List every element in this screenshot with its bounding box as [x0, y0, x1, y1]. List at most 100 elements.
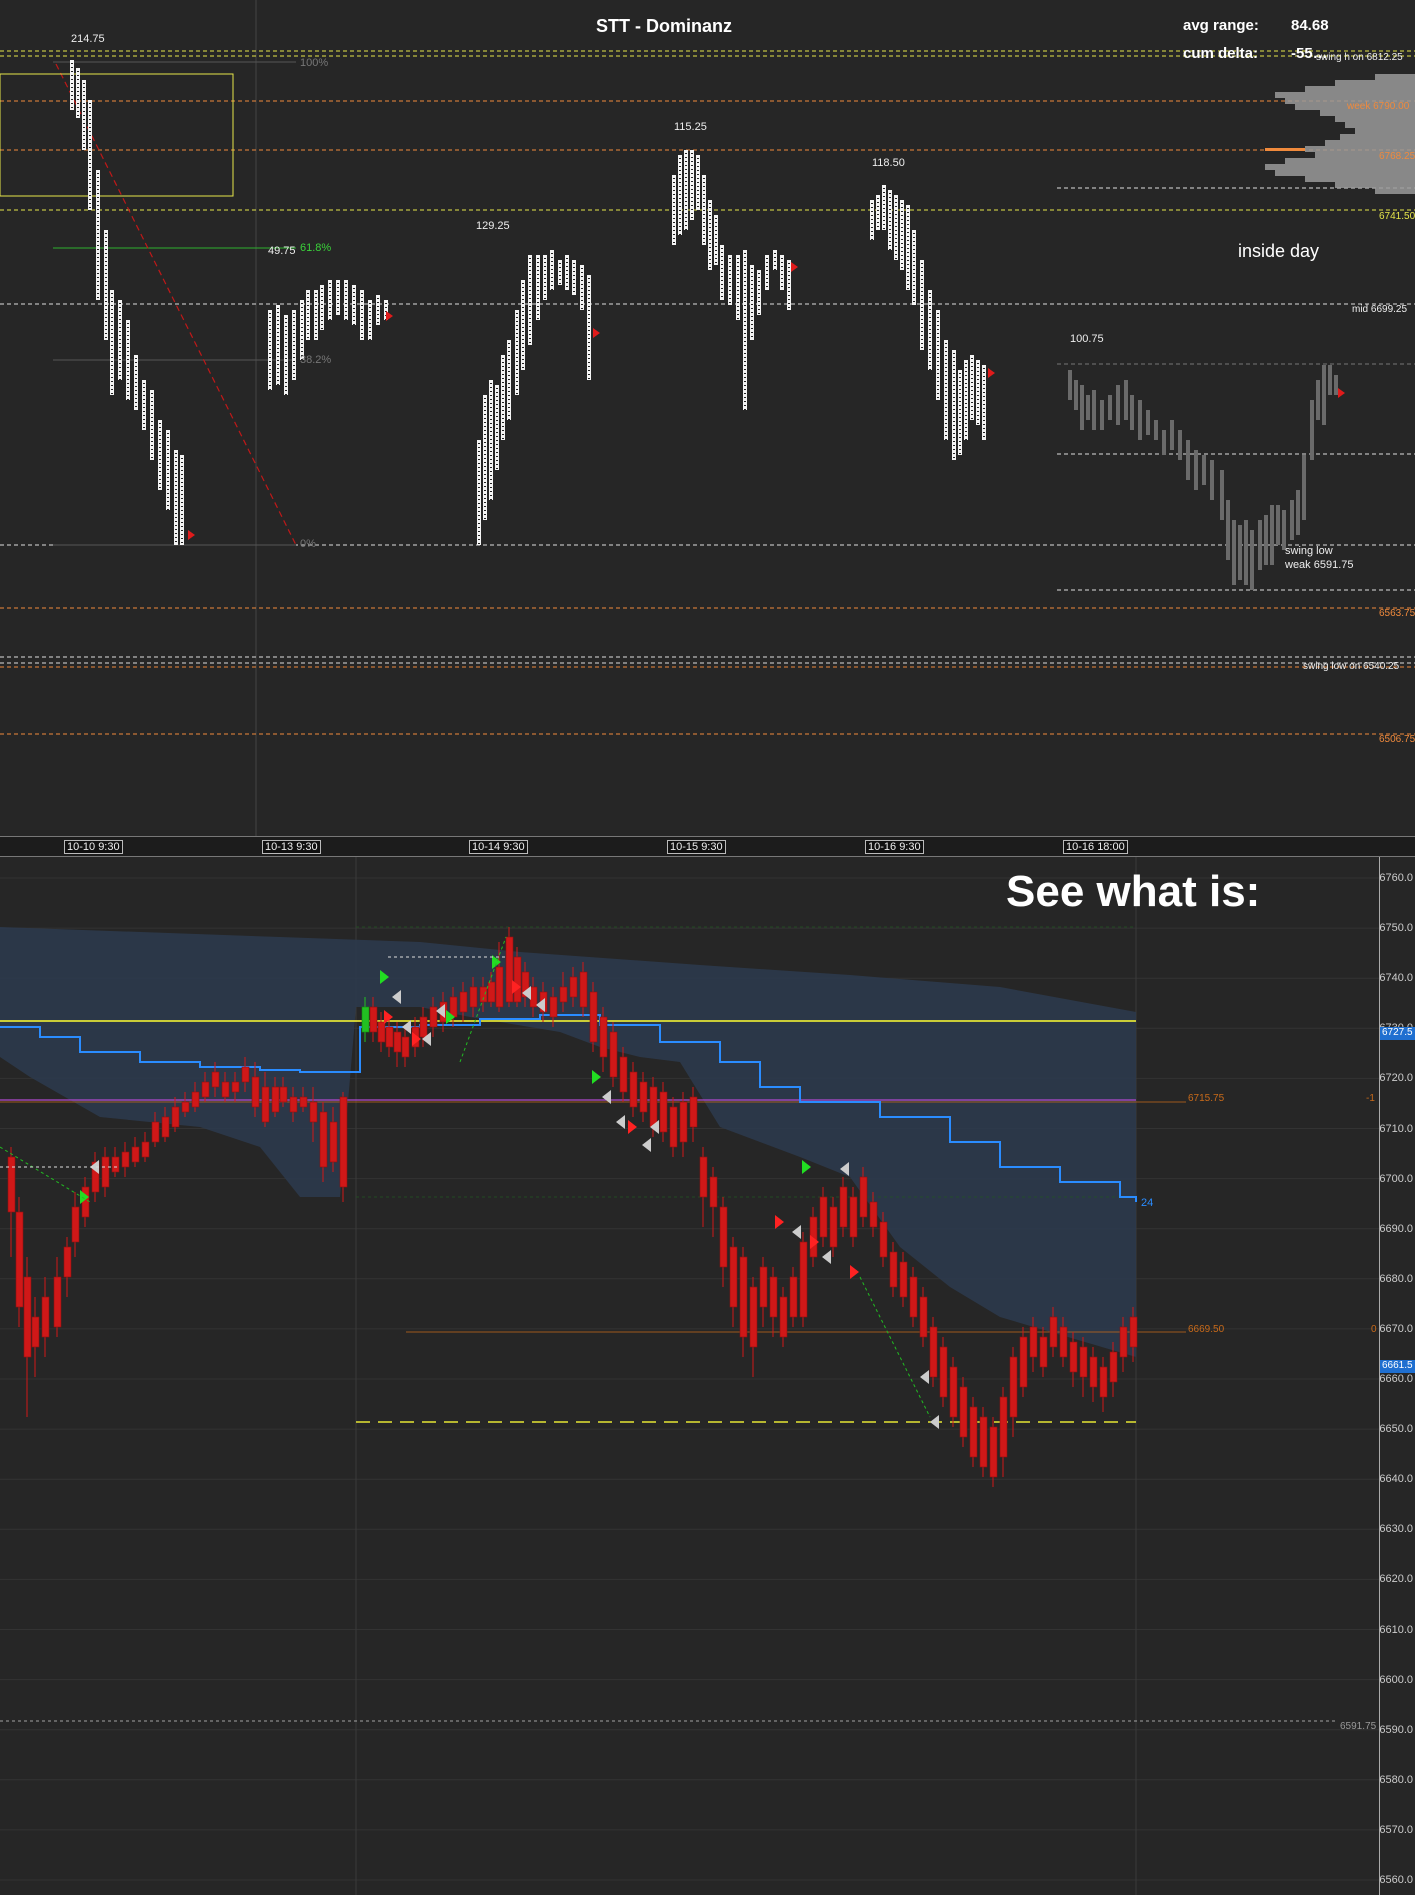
tpo-tick	[293, 325, 295, 326]
time-axis[interactable]: 10-10 9:30 10-13 9:30 10-14 9:30 10-15 9…	[0, 836, 1415, 857]
tpo-tick	[883, 204, 885, 205]
candle-body	[1119, 1326, 1128, 1358]
tpo-tick	[529, 290, 531, 291]
tpo-tick	[758, 313, 760, 314]
tpo-tick	[907, 240, 909, 241]
tpo-tick	[971, 382, 973, 383]
tpo-tick	[105, 297, 107, 298]
tpo-tick	[490, 427, 492, 428]
tpo-tick	[484, 494, 486, 495]
tpo-tick	[175, 529, 177, 530]
tpo-tick	[751, 296, 753, 297]
trend-line	[859, 1276, 931, 1418]
tpo-tick	[159, 455, 161, 456]
price-tick-label: 6670.0	[1379, 1322, 1413, 1335]
tpo-tick	[685, 157, 687, 158]
tpo-tick	[889, 245, 891, 246]
tpo-tick	[566, 274, 568, 275]
tpo-tick	[895, 242, 897, 243]
tpo-tick	[353, 316, 355, 317]
tpo-tick	[691, 193, 693, 194]
time-label: 10-13 9:30	[262, 840, 321, 854]
tpo-tick	[315, 301, 317, 302]
candle-body	[709, 1176, 718, 1208]
tpo-tick	[307, 317, 309, 318]
price-axis[interactable]: 6760.06750.06740.06730.06720.06710.06700…	[1379, 857, 1415, 1895]
tpo-tick	[566, 270, 568, 271]
tpo-tick	[97, 249, 99, 250]
tpo-tick	[490, 395, 492, 396]
tpo-tick	[901, 251, 903, 252]
tpo-tick	[983, 408, 985, 409]
tpo-tick	[508, 343, 510, 344]
tpo-tick	[959, 453, 961, 454]
candle-body	[151, 1121, 160, 1143]
current-price-marker: 6661.5	[1380, 1360, 1415, 1373]
tpo-tick	[89, 123, 91, 124]
tpo-tick	[377, 318, 379, 319]
tpo-tick	[883, 200, 885, 201]
tpo-tick	[945, 347, 947, 348]
tpo-tick	[721, 252, 723, 253]
price-tick-label: 6640.0	[1379, 1473, 1413, 1486]
tpo-tick	[913, 289, 915, 290]
tpo-tick	[301, 327, 303, 328]
candle-body	[599, 1016, 608, 1058]
market-profile-panel[interactable]: STT - Dominanz avg range: 84.68 cum delt…	[0, 0, 1415, 836]
tpo-tick	[151, 445, 153, 446]
tpo-tick	[953, 401, 955, 402]
tpo-tick	[89, 151, 91, 152]
tpo-tick	[744, 329, 746, 330]
tpo-tick	[971, 362, 973, 363]
candle-body	[131, 1146, 140, 1163]
tpo-tick	[788, 283, 790, 284]
tpo-tick	[721, 264, 723, 265]
candle-body	[679, 1101, 688, 1143]
tpo-tick	[484, 398, 486, 399]
tpo-tick	[566, 266, 568, 267]
tpo-column-faded	[1296, 490, 1300, 535]
tpo-tick	[895, 222, 897, 223]
tpo-tick	[277, 332, 279, 333]
tpo-tick	[119, 363, 121, 364]
candlestick-chart[interactable]	[0, 857, 1380, 1895]
tpo-tick	[871, 215, 873, 216]
candlestick-panel[interactable]: See what is: 6715.75 -1 6669.50 0 24 659…	[0, 857, 1415, 1895]
tpo-tick	[353, 300, 355, 301]
tpo-tick	[744, 253, 746, 254]
tpo-tick	[781, 274, 783, 275]
tpo-tick	[345, 315, 347, 316]
tpo-tick	[484, 426, 486, 427]
tpo-tick	[175, 497, 177, 498]
tpo-column-faded	[1232, 520, 1236, 585]
tpo-tick	[490, 411, 492, 412]
tpo-tick	[77, 103, 79, 104]
candle-body	[111, 1156, 120, 1173]
tpo-tick	[953, 357, 955, 358]
tpo-tick	[921, 343, 923, 344]
tpo-tick	[151, 449, 153, 450]
tpo-tick	[889, 193, 891, 194]
tpo-tick	[889, 237, 891, 238]
tpo-tick	[285, 334, 287, 335]
candle-body	[639, 1081, 648, 1113]
tpo-tick	[953, 377, 955, 378]
tpo-tick	[737, 274, 739, 275]
tpo-tick	[983, 432, 985, 433]
tpo-tick	[529, 258, 531, 259]
tpo-tick	[937, 333, 939, 334]
tpo-tick	[744, 277, 746, 278]
tpo-tick	[159, 487, 161, 488]
tpo-tick	[703, 218, 705, 219]
tpo-tick	[559, 271, 561, 272]
tpo-column-faded	[1162, 430, 1166, 455]
price-tick-label: 6570.0	[1379, 1823, 1413, 1836]
market-profile-chart[interactable]	[0, 0, 1415, 836]
price-tick-label: 6620.0	[1379, 1573, 1413, 1586]
candle-body	[141, 1141, 150, 1158]
tpo-tick	[983, 424, 985, 425]
tpo-tick	[111, 313, 113, 314]
tpo-tick	[83, 87, 85, 88]
tpo-column-faded	[1178, 430, 1182, 460]
tpo-tick	[871, 219, 873, 220]
